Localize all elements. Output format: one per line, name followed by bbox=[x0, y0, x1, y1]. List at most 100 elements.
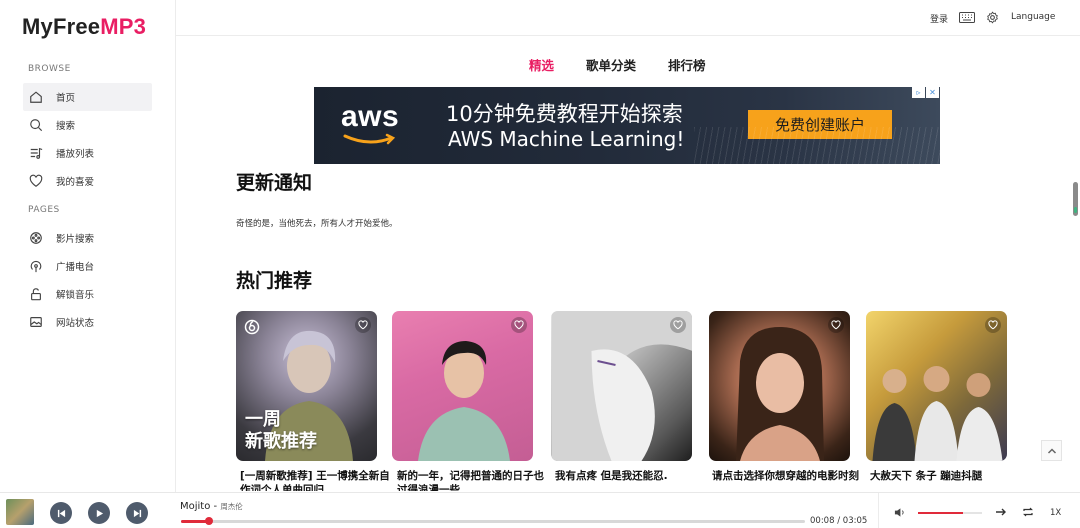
progress-bar[interactable] bbox=[181, 517, 805, 525]
sidebar-item-label: 首页 bbox=[56, 93, 76, 104]
cover-image bbox=[872, 366, 1002, 461]
unlock-icon bbox=[29, 287, 43, 301]
sidebar-item-label: 搜索 bbox=[56, 121, 76, 132]
repeat-icon[interactable] bbox=[1022, 506, 1034, 518]
song-title: Mojito bbox=[180, 501, 211, 512]
ad-cta-button[interactable]: 免费创建账户 bbox=[748, 110, 892, 139]
ad-headline: 10分钟免费教程开始探索 bbox=[446, 102, 683, 126]
logo[interactable]: MyFreeMP3 bbox=[22, 14, 146, 40]
scroll-to-top-button[interactable] bbox=[1041, 440, 1062, 461]
ad-banner[interactable]: aws 10分钟免费教程开始探索 AWS Machine Learning! 免… bbox=[314, 87, 940, 164]
sidebar-item-site-status[interactable]: 网站状态 bbox=[23, 308, 152, 336]
card-title[interactable]: 我有点疼 但是我还能忍. bbox=[555, 469, 705, 491]
sidebar-item-favorites[interactable]: 我的喜爱 bbox=[23, 167, 152, 195]
card-title[interactable]: 大赦天下 条子 蹦迪抖腿 bbox=[870, 469, 1020, 491]
sidebar-item-playlist[interactable]: 播放列表 bbox=[23, 139, 152, 167]
sidebar: MyFreeMP3 BROWSE 首页 搜索 播放列表 我的喜爱 PAGES 影… bbox=[0, 0, 176, 492]
skip-forward-icon bbox=[133, 509, 141, 517]
chevron-up-icon bbox=[1047, 447, 1056, 454]
favorite-button[interactable] bbox=[828, 317, 844, 333]
radio-icon bbox=[29, 259, 43, 273]
volume-icon[interactable] bbox=[894, 507, 905, 518]
sidebar-item-label: 解锁音乐 bbox=[56, 290, 95, 301]
overlay-line: 一周 bbox=[245, 409, 281, 430]
film-icon bbox=[29, 231, 43, 245]
heart-icon bbox=[358, 320, 368, 330]
logo-text-part1: MyFree bbox=[22, 14, 101, 39]
play-icon bbox=[96, 509, 103, 517]
playlist-card[interactable] bbox=[392, 311, 533, 461]
sidebar-item-label: 我的喜爱 bbox=[56, 177, 95, 188]
time-display: 00:08 / 03:05 bbox=[810, 516, 868, 526]
heart-icon bbox=[831, 320, 841, 330]
favorite-button[interactable] bbox=[985, 317, 1001, 333]
heart-icon bbox=[988, 320, 998, 330]
keyboard-icon[interactable] bbox=[959, 12, 975, 23]
hot-heading: 热门推荐 bbox=[236, 270, 313, 292]
playlist-card[interactable] bbox=[551, 311, 692, 461]
sidebar-item-film-search[interactable]: 影片搜索 bbox=[23, 224, 152, 252]
login-link[interactable]: 登录 bbox=[930, 12, 948, 25]
card-title[interactable]: 新的一年，记得把普通的日子也过得浪漫一些 bbox=[397, 469, 547, 491]
cover-image bbox=[551, 311, 692, 461]
top-bar: 登录 Language bbox=[176, 0, 1080, 36]
news-heading: 更新通知 bbox=[236, 172, 313, 194]
progress-knob[interactable] bbox=[205, 517, 214, 525]
current-time: 00:08 bbox=[810, 516, 835, 526]
sidebar-item-search[interactable]: 搜索 bbox=[23, 111, 152, 139]
app-root: MyFreeMP3 BROWSE 首页 搜索 播放列表 我的喜爱 PAGES 影… bbox=[0, 0, 1080, 528]
language-selector[interactable]: Language bbox=[1011, 12, 1055, 22]
song-artist: 周杰伦 bbox=[220, 502, 243, 511]
sidebar-item-label: 网站状态 bbox=[56, 318, 95, 329]
tab-featured[interactable]: 精选 bbox=[529, 55, 554, 74]
ad-choices[interactable]: ▹ ✕ bbox=[912, 87, 939, 98]
favorite-button[interactable] bbox=[511, 317, 527, 333]
playlist-card[interactable]: 一周 新歌推荐 bbox=[236, 311, 377, 461]
play-button[interactable] bbox=[88, 502, 110, 524]
section-label-browse: BROWSE bbox=[28, 64, 71, 74]
ad-subheadline: AWS Machine Learning! bbox=[448, 127, 685, 151]
heart-icon bbox=[673, 320, 683, 330]
card-title[interactable]: [一周新歌推荐] 王一博携全新自作词个人单曲回归 bbox=[240, 469, 390, 491]
overlay-line: 新歌推荐 bbox=[245, 431, 317, 452]
section-label-pages: PAGES bbox=[28, 205, 60, 215]
search-icon bbox=[29, 118, 43, 132]
favorite-button[interactable] bbox=[670, 317, 686, 333]
album-art[interactable] bbox=[6, 499, 34, 525]
skip-back-icon bbox=[57, 509, 65, 517]
playback-speed[interactable]: 1X bbox=[1050, 508, 1061, 518]
card-title[interactable]: 请点击选择你想穿越的电影时刻 bbox=[712, 469, 862, 491]
ad-close-icon[interactable]: ✕ bbox=[926, 87, 939, 98]
logo-text-part2: MP3 bbox=[100, 14, 147, 39]
playlist-card[interactable] bbox=[709, 311, 850, 461]
ad-brand-logo: aws bbox=[341, 100, 400, 133]
cover-image bbox=[417, 341, 510, 461]
ad-info-icon[interactable]: ▹ bbox=[912, 87, 925, 98]
sidebar-item-label: 播放列表 bbox=[56, 149, 95, 160]
previous-button[interactable] bbox=[50, 502, 72, 524]
sidebar-item-unlock[interactable]: 解锁音乐 bbox=[23, 280, 152, 308]
next-button[interactable] bbox=[126, 502, 148, 524]
cover-image bbox=[735, 326, 824, 461]
playlist-card[interactable] bbox=[866, 311, 1007, 461]
gear-icon[interactable] bbox=[986, 11, 999, 24]
playlist-icon bbox=[29, 146, 43, 160]
sidebar-item-home[interactable]: 首页 bbox=[23, 83, 152, 111]
tab-charts[interactable]: 排行榜 bbox=[668, 55, 706, 74]
tab-playlist-categories[interactable]: 歌单分类 bbox=[586, 55, 636, 74]
favorite-button[interactable] bbox=[355, 317, 371, 333]
volume-fill bbox=[918, 512, 963, 514]
arrow-right-icon[interactable] bbox=[995, 506, 1007, 518]
sidebar-item-label: 广播电台 bbox=[56, 262, 95, 273]
home-icon bbox=[29, 90, 43, 104]
divider bbox=[878, 493, 879, 528]
heart-icon bbox=[514, 320, 524, 330]
sidebar-item-radio[interactable]: 广播电台 bbox=[23, 252, 152, 280]
heart-icon bbox=[29, 174, 43, 188]
volume-slider[interactable] bbox=[918, 512, 982, 514]
news-text: 奇怪的是，当他死去，所有人才开始爱他。 bbox=[236, 219, 398, 229]
card-overlay-text: 一周 新歌推荐 bbox=[245, 409, 317, 453]
sidebar-item-label: 影片搜索 bbox=[56, 234, 95, 245]
now-playing: Mojito - 周杰伦 bbox=[180, 501, 243, 512]
scrollbar-thumb[interactable] bbox=[1073, 182, 1078, 216]
